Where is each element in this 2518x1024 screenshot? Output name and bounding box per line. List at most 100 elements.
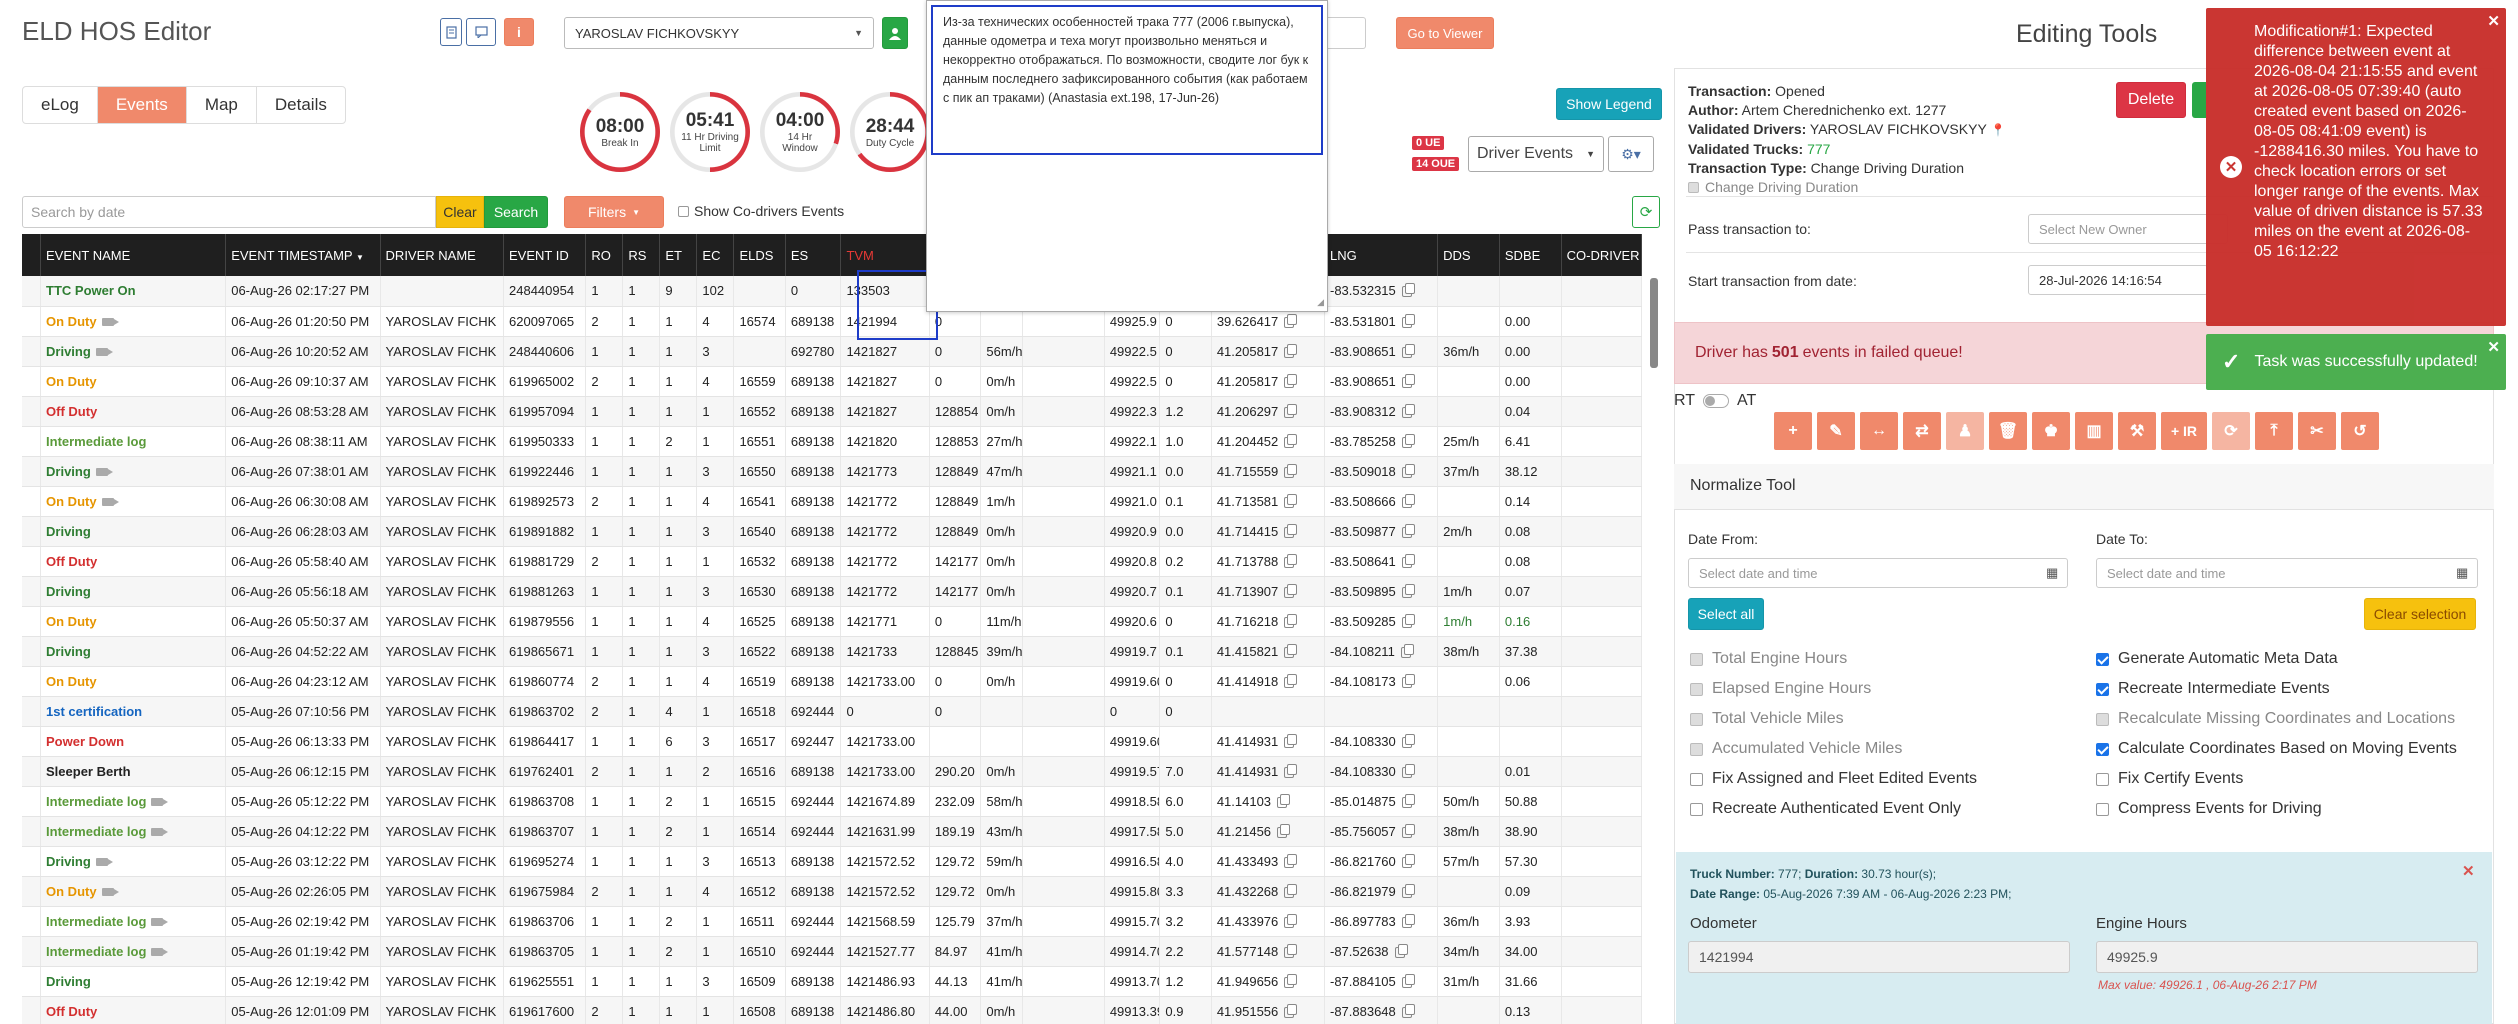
row-select[interactable] [22, 306, 42, 337]
copy-icon[interactable] [1284, 493, 1298, 508]
column-header[interactable]: ELDS [733, 234, 786, 276]
table-row[interactable]: On Duty 05-Aug-26 02:26:05 PM YAROSLAV FIC… [22, 876, 1643, 907]
event-name-cell[interactable]: Power Down [40, 726, 227, 757]
history-icon[interactable]: ↺ [2341, 412, 2379, 450]
table-row[interactable]: Driving 05-Aug-26 03:12:22 PM YAROSLAV FIC… [22, 846, 1643, 877]
table-row[interactable]: Off Duty 06-Aug-26 08:53:28 AM YAROSLAV FI… [22, 396, 1643, 427]
column-header[interactable]: LNG [1324, 234, 1439, 276]
refresh-tool-icon[interactable]: ⟳ [2212, 412, 2250, 450]
row-select[interactable] [22, 696, 42, 727]
event-name-cell[interactable]: Driving [40, 576, 227, 607]
user-icon[interactable] [882, 17, 908, 49]
row-select[interactable] [22, 486, 42, 517]
table-row[interactable]: Driving 06-Aug-26 07:38:01 AM YAROSLAV FIC… [22, 456, 1643, 487]
table-row[interactable]: Driving 06-Aug-26 06:28:03 AM YAROSLAV FIC… [22, 516, 1643, 547]
copy-icon[interactable] [1401, 793, 1415, 808]
event-name-cell[interactable]: On Duty [40, 666, 227, 697]
rt-at-toggle[interactable]: RT AT [1674, 392, 1756, 410]
copy-icon[interactable] [1284, 403, 1298, 418]
arrows-horizontal-icon[interactable]: ↔ [1860, 412, 1898, 450]
event-name-cell[interactable]: Off Duty [40, 996, 227, 1024]
copy-icon[interactable] [1284, 463, 1298, 478]
copy-icon[interactable] [1284, 553, 1298, 568]
odometer-input[interactable]: 1421994 [1688, 941, 2070, 973]
normalize-option-checkbox[interactable]: Fix Certify Events [2096, 770, 2457, 788]
date-to-input[interactable]: Select date and time [2096, 558, 2478, 588]
row-select[interactable] [22, 426, 42, 457]
copy-icon[interactable] [1284, 313, 1298, 328]
delete-button[interactable]: Delete [2116, 82, 2186, 118]
clear-button[interactable]: Clear [436, 196, 484, 228]
copy-icon[interactable] [1284, 643, 1298, 658]
event-name-cell[interactable]: On Duty [40, 606, 227, 637]
row-select[interactable] [22, 846, 42, 877]
info-icon[interactable]: i [504, 18, 534, 46]
copy-icon[interactable] [1401, 973, 1415, 988]
new-owner-select[interactable]: Select New Owner [2028, 214, 2228, 244]
event-name-cell[interactable]: Intermediate log [40, 786, 227, 817]
add-ir-icon[interactable]: + IR [2161, 412, 2207, 450]
copy-icon[interactable] [1284, 733, 1298, 748]
event-name-cell[interactable]: Intermediate log [40, 906, 227, 937]
show-legend-button[interactable]: Show Legend [1556, 88, 1662, 120]
tab-map[interactable]: Map [187, 87, 257, 123]
tab-details[interactable]: Details [257, 87, 345, 123]
normalize-option-checkbox[interactable]: Compress Events for Driving [2096, 800, 2457, 818]
copy-icon[interactable] [1284, 373, 1298, 388]
copy-icon[interactable] [1401, 613, 1415, 628]
row-select[interactable] [22, 636, 42, 667]
column-header[interactable]: SDBE [1499, 234, 1562, 276]
event-name-cell[interactable]: On Duty [40, 486, 227, 517]
table-row[interactable]: Off Duty 06-Aug-26 05:58:40 AM YAROSLAV FI… [22, 546, 1643, 577]
table-row[interactable]: Power Down 05-Aug-26 06:13:33 PM YAROSLAV … [22, 726, 1643, 757]
close-icon[interactable]: ✕ [2487, 338, 2500, 356]
table-row[interactable]: Driving 05-Aug-26 12:19:42 PM YAROSLAV FIC… [22, 966, 1643, 997]
column-header-timestamp[interactable]: EVENT TIMESTAMP ▼ [225, 234, 381, 276]
event-name-cell[interactable]: On Duty [40, 876, 227, 907]
table-row[interactable]: TTC Power On 06-Aug-26 02:17:27 PM 2484409… [22, 276, 1643, 307]
copy-icon[interactable] [1284, 433, 1298, 448]
copy-icon[interactable] [1401, 493, 1415, 508]
row-select[interactable] [22, 546, 42, 577]
trash-icon[interactable]: 🗑 [1989, 412, 2027, 450]
copy-icon[interactable] [1401, 583, 1415, 598]
copy-icon[interactable] [1401, 523, 1415, 538]
copy-icon[interactable] [1401, 433, 1415, 448]
copy-icon[interactable] [1284, 673, 1298, 688]
copy-icon[interactable] [1284, 973, 1298, 988]
event-name-cell[interactable]: Driving [40, 336, 227, 367]
column-header[interactable]: CO-DRIVER [1561, 234, 1643, 276]
copy-icon[interactable] [1284, 763, 1298, 778]
start-from-date-input[interactable]: 28-Jul-2026 14:16:54 [2028, 265, 2208, 295]
table-row[interactable]: Intermediate log 05-Aug-26 04:12:22 PM YAR… [22, 816, 1643, 847]
copy-icon[interactable] [1284, 583, 1298, 598]
calendar-icon[interactable]: ▦ [2046, 565, 2058, 581]
column-header[interactable]: DDS [1437, 234, 1500, 276]
resize-handle-icon[interactable]: ◢ [1317, 297, 1324, 308]
tab-events[interactable]: Events [97, 87, 187, 123]
row-select[interactable] [22, 666, 42, 697]
event-name-cell[interactable]: TTC Power On [40, 276, 227, 307]
driver-select[interactable]: YAROSLAV FICHKOVSKYY ▼ [564, 17, 874, 49]
copy-icon[interactable] [1284, 853, 1298, 868]
commit-button[interactable] [2192, 82, 2206, 118]
table-row[interactable]: Intermediate log 05-Aug-26 02:19:42 PM YAR… [22, 906, 1643, 937]
search-button[interactable]: Search [484, 196, 548, 228]
table-row[interactable]: Intermediate log 05-Aug-26 01:19:42 PM YAR… [22, 936, 1643, 967]
table-row[interactable]: Intermediate log 06-Aug-26 08:38:11 AM YAR… [22, 426, 1643, 457]
event-name-cell[interactable]: Driving [40, 456, 227, 487]
copy-icon[interactable] [1284, 913, 1298, 928]
normalize-option-checkbox[interactable]: Recreate Authenticated Event Only [1690, 800, 1977, 818]
align-top-icon[interactable]: ⤒ [2255, 412, 2293, 450]
copy-icon[interactable] [1401, 883, 1415, 898]
table-row[interactable]: On Duty 06-Aug-26 06:30:08 AM YAROSLAV FIC… [22, 486, 1643, 517]
event-name-cell[interactable]: 1st certification [40, 696, 227, 727]
row-select[interactable] [22, 576, 42, 607]
copy-icon[interactable] [1401, 343, 1415, 358]
row-select[interactable] [22, 936, 42, 967]
copy-icon[interactable] [1401, 763, 1415, 778]
document-icon[interactable] [440, 18, 462, 46]
row-select[interactable] [22, 966, 42, 997]
table-row[interactable]: Driving 06-Aug-26 04:52:22 AM YAROSLAV FIC… [22, 636, 1643, 667]
table-row[interactable]: 1st certification 05-Aug-26 07:10:56 PM YA… [22, 696, 1643, 727]
